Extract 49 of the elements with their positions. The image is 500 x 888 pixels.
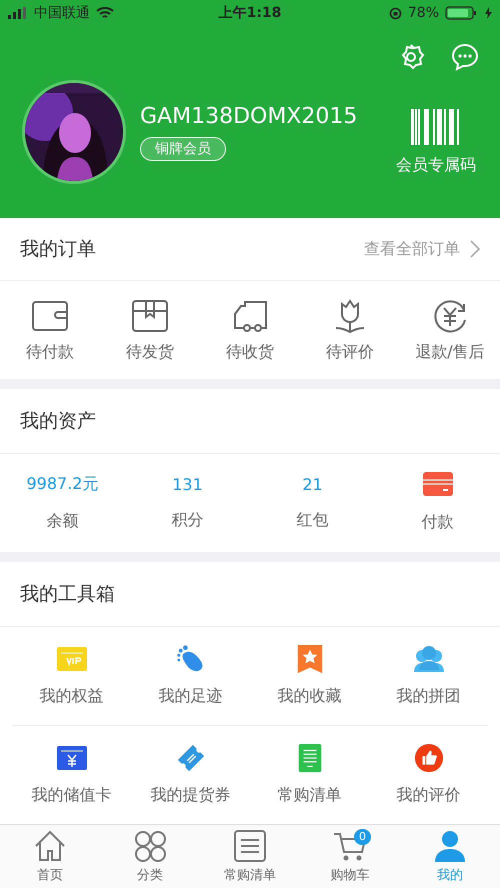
asset-value[interactable]: 9987.2元 [26,474,98,495]
asset-label: 红包 [296,510,328,531]
card-icon [422,472,452,496]
order-status-label[interactable]: 待发货 [126,342,174,362]
tab-item[interactable]: 分类 [100,824,200,888]
tool-label[interactable]: 我的提货券 [150,785,230,806]
carrier-name: 中国联通 [34,4,90,22]
tool-label[interactable]: 我的拼团 [396,686,460,708]
tool-label[interactable]: 我的评价 [396,785,460,806]
people-icon [412,644,444,674]
count-badge: 0 [354,828,371,845]
section-title: 我的订单 [20,237,96,262]
tab-item[interactable]: 我的 [400,824,500,888]
order-status-label[interactable]: 待收货 [226,342,274,362]
person-icon [432,828,468,864]
asset-value[interactable]: 21 [302,474,323,494]
tool-label[interactable]: 我的权益 [40,686,104,708]
thumbs-up-icon [412,743,444,774]
tool-label[interactable]: 常购清单 [278,785,342,806]
grid-icon [132,828,168,864]
member-code-label[interactable]: 会员专属码 [396,154,476,176]
rotation-lock-icon [388,6,402,20]
tool-label[interactable]: 我的储值卡 [32,785,112,806]
section-title: 我的工具箱 [20,582,115,607]
tab-item[interactable]: 首页 [0,824,100,888]
section-title: 我的资产 [20,408,96,434]
asset-label: 余额 [46,510,78,532]
tab-item[interactable]: 常购清单 [200,824,300,888]
signal-icon [8,7,28,19]
tool-label[interactable]: 我的收藏 [278,686,342,708]
order-status-label[interactable]: 退款/售后 [415,342,485,362]
asset-label: 付款 [422,512,454,534]
box-icon [130,298,170,334]
order-status-label[interactable]: 待评价 [326,342,374,362]
message-icon[interactable] [450,42,480,72]
username: GAM138DOMX2015 [140,104,358,128]
wifi-icon [96,6,114,20]
asset-label: 积分 [172,510,204,531]
tab-item[interactable]: 购物车 0 [300,824,400,888]
battery-percent: 78% [408,5,440,21]
order-status-label[interactable]: 待付款 [26,342,74,362]
chevron-right-icon [470,240,480,258]
clock-time: 上午1:18 [218,4,282,22]
tool-label[interactable]: 我的足迹 [158,686,222,708]
asset-value[interactable]: 131 [172,474,203,494]
list-icon [232,828,268,864]
charging-icon [485,7,492,19]
barcode-icon[interactable] [411,108,461,144]
member-level-badge: 铜牌会员 [140,136,226,160]
